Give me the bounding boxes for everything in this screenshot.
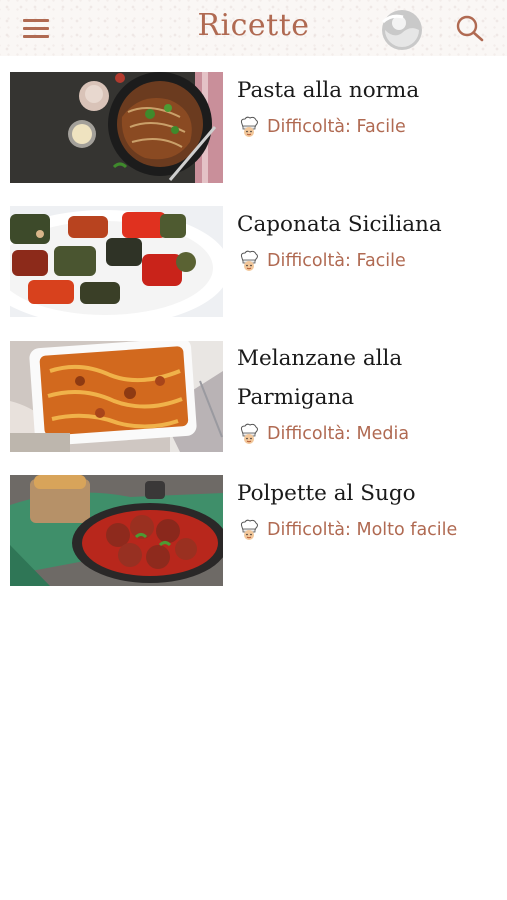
recipe-difficulty: Difficoltà: Facile (237, 248, 406, 274)
search-icon (456, 15, 484, 42)
search-button[interactable] (454, 14, 486, 44)
recipe-title: Polpette al Sugo (237, 481, 416, 506)
chef-hat-icon (240, 116, 258, 137)
recipe-title: Pasta alla norma (237, 78, 420, 103)
logo-icon (377, 8, 427, 52)
recipe-list-item[interactable]: Caponata Siciliana Difficoltà: Facile (0, 206, 507, 322)
recipe-difficulty-label: Difficoltà: Facile (267, 117, 406, 137)
recipe-list-item[interactable]: Melanzane alla Parmigana Difficoltà: Med… (0, 340, 507, 476)
meatballs-in-sauce-image (10, 475, 223, 586)
recipe-difficulty: Difficoltà: Molto facile (237, 517, 457, 543)
chef-hat-icon (240, 519, 258, 540)
chef-hat-icon (240, 250, 258, 271)
recipe-list-item[interactable]: Polpette al Sugo Difficoltà: Molto facil… (0, 475, 507, 591)
chef-hat-icon (240, 423, 258, 444)
recipe-title: Melanzane alla Parmigana (237, 346, 403, 410)
page-title: Ricette (197, 8, 310, 43)
recipe-difficulty: Difficoltà: Facile (237, 114, 406, 140)
recipe-difficulty: Difficoltà: Media (237, 421, 409, 447)
eggplant-parmigiana-dish-image (10, 341, 223, 452)
recipe-difficulty-label: Difficoltà: Molto facile (267, 520, 458, 540)
app-header: Ricette (0, 0, 507, 56)
caponata-vegetables-image (10, 206, 223, 317)
recipe-title: Caponata Siciliana (237, 212, 442, 237)
recipe-difficulty-label: Difficoltà: Facile (267, 251, 406, 271)
recipe-list-item[interactable]: Pasta alla norma Difficoltà: Facile (0, 72, 507, 188)
recipe-difficulty-label: Difficoltà: Media (267, 424, 410, 444)
spaghetti-bowl-image (10, 72, 223, 183)
